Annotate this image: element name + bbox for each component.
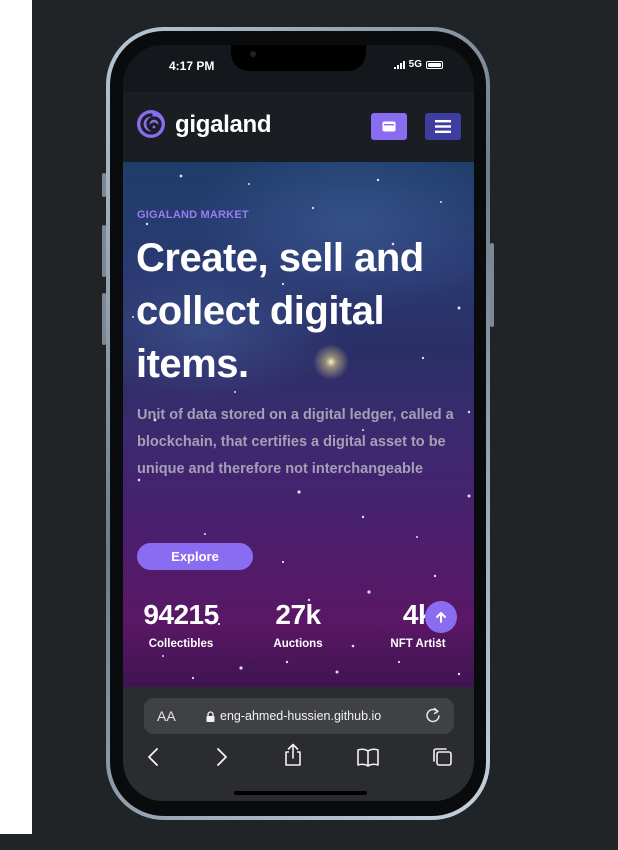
safari-toolbar: AA eng-ahmed-hussien.github.io (123, 687, 474, 801)
camera-icon (250, 51, 256, 57)
home-indicator (234, 791, 367, 795)
stat-value: 94215 (143, 599, 219, 630)
url-text: eng-ahmed-hussien.github.io (220, 709, 382, 723)
network-label: 5G (408, 59, 422, 70)
back-icon[interactable] (147, 747, 159, 767)
wallet-button[interactable] (371, 113, 407, 140)
hero-headline: Create, sell and collect digital items. (136, 236, 424, 386)
notch (231, 45, 366, 71)
stat-collectibles: 94215 Collectibles (137, 599, 225, 651)
volume-down-button (102, 293, 106, 345)
share-icon[interactable] (283, 743, 303, 767)
arrow-up-icon (436, 612, 446, 623)
stat-label: NFT Artist (390, 638, 446, 650)
status-indicators: 5G (393, 59, 443, 70)
phone-screen: 4:17 PM 5G gigaland GIGALAND MARKET Crea… (123, 45, 474, 801)
forward-icon[interactable] (216, 747, 228, 767)
status-time: 4:17 PM (169, 59, 215, 73)
hamburger-menu-icon (435, 120, 451, 133)
hero-section: GIGALAND MARKET Create, sell and collect… (123, 162, 474, 687)
reload-icon[interactable] (424, 706, 442, 724)
address-bar[interactable]: AA eng-ahmed-hussien.github.io (144, 698, 454, 734)
wallet-icon (382, 121, 396, 132)
url-display[interactable]: eng-ahmed-hussien.github.io (206, 709, 381, 723)
explore-button[interactable]: Explore (137, 543, 253, 570)
scroll-to-top-button[interactable] (425, 601, 457, 633)
tabs-icon[interactable] (431, 747, 453, 767)
battery-icon (426, 60, 443, 69)
swirl-logo-icon[interactable] (136, 109, 166, 139)
app-header: gigaland (123, 92, 474, 162)
signal-icon (393, 60, 405, 69)
lock-icon (206, 710, 215, 722)
left-background-panel (0, 0, 32, 834)
text-size-button[interactable]: AA (157, 708, 176, 724)
hero-description: Unit of data stored on a digital ledger,… (137, 407, 454, 477)
power-button (490, 243, 494, 327)
mute-switch (102, 173, 106, 197)
bookmarks-icon[interactable] (356, 747, 380, 767)
stat-label: Collectibles (148, 638, 214, 650)
menu-button[interactable] (425, 113, 461, 140)
volume-up-button (102, 225, 106, 277)
stat-auctions: 27k Auctions (259, 599, 337, 651)
brand-name[interactable]: gigaland (175, 111, 272, 139)
stat-value: 27k (275, 599, 321, 630)
stat-label: Auctions (273, 638, 323, 650)
hero-eyebrow: GIGALAND MARKET (137, 209, 249, 221)
